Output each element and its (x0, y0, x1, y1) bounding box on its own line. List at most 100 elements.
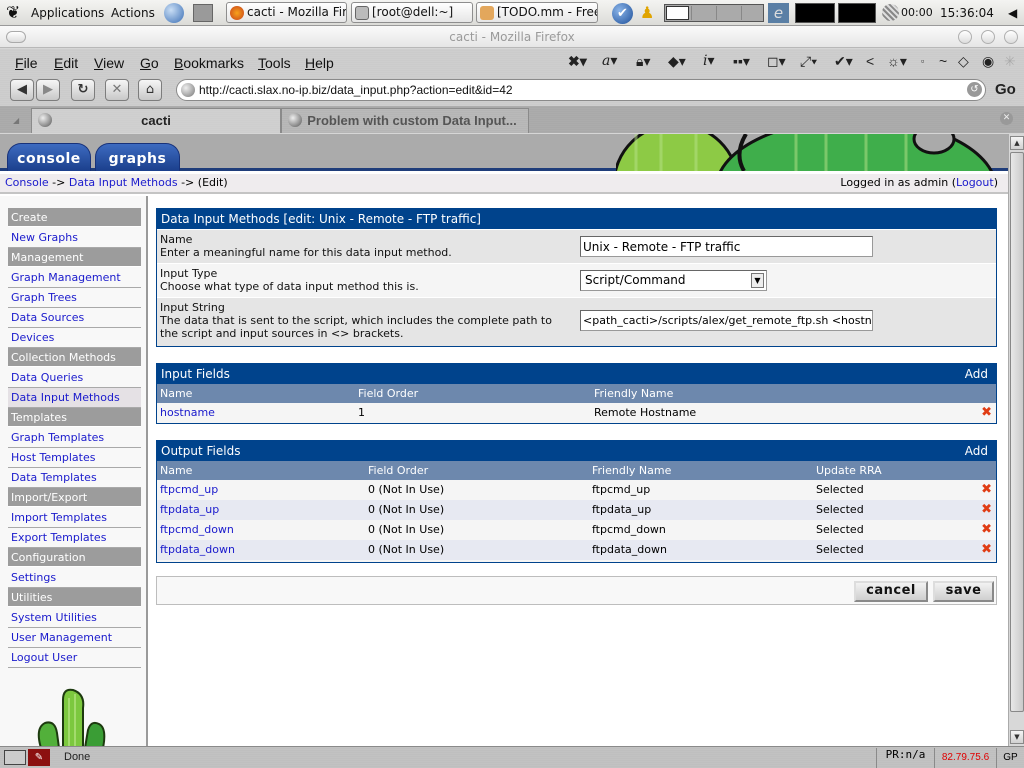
add-input-field-link[interactable]: Add (965, 364, 988, 384)
menu-view[interactable]: View (94, 55, 124, 71)
webdev-options-icon[interactable]: ☼▾ (887, 53, 907, 70)
column-header-field-order[interactable]: Field Order (368, 461, 428, 480)
sidebar-item-new-graphs[interactable]: New Graphs (8, 228, 141, 248)
sidebar-item-export-templates[interactable]: Export Templates (8, 528, 141, 548)
go-arrow-icon[interactable]: ↺ (967, 82, 982, 97)
delete-icon[interactable]: ✖ (981, 520, 992, 540)
scroll-up-button[interactable]: ▲ (1010, 136, 1024, 150)
browser-tab-cacti[interactable]: cacti (31, 108, 281, 133)
sidebar-item-host-templates[interactable]: Host Templates (8, 448, 141, 468)
close-window-button[interactable] (1004, 30, 1018, 44)
save-button[interactable]: save (933, 581, 994, 602)
output-field-name-link[interactable]: ftpdata_up (160, 500, 219, 520)
webdev-css-icon[interactable]: a▾ (602, 53, 617, 69)
webdev-resize-icon[interactable]: ⤢▾ (800, 53, 817, 70)
url-bar[interactable]: http://cacti.slax.no-ip.biz/data_input.p… (176, 79, 986, 101)
clock[interactable]: 15:36:04 (940, 0, 994, 26)
output-field-name-link[interactable]: ftpdata_down (160, 540, 235, 560)
taskbar-terminal[interactable]: [root@dell:~] (351, 2, 473, 23)
input-field-name-link[interactable]: hostname (160, 403, 215, 423)
cancel-button[interactable]: cancel (854, 581, 928, 602)
webdev-misc-icon[interactable]: ▪▪▾ (733, 53, 750, 70)
column-header-name[interactable]: Name (160, 384, 192, 403)
maximize-button[interactable] (981, 30, 995, 44)
workspace-1[interactable] (666, 6, 689, 20)
record-icon[interactable]: ◉ (982, 53, 994, 70)
gnome-foot-icon[interactable]: ❦ (6, 0, 20, 26)
sidebar-item-logout-user[interactable]: Logout User (8, 648, 141, 668)
e-app-icon[interactable]: e (768, 3, 789, 23)
webdev-validation-icon[interactable]: ✔▾ (834, 53, 853, 70)
chevron-down-icon[interactable]: ▼ (751, 273, 764, 288)
sidebar-item-graph-management[interactable]: Graph Management (8, 268, 141, 288)
update-checkmark-icon[interactable]: ✔ (612, 3, 633, 24)
stop-button[interactable]: ✕ (105, 79, 129, 101)
menu-edit[interactable]: Edit (54, 55, 78, 71)
webdev-small-icon[interactable]: ▫ (921, 56, 924, 66)
sidebar-item-graph-templates[interactable]: Graph Templates (8, 428, 141, 448)
delete-icon[interactable]: ✖ (981, 403, 992, 423)
dropper-icon[interactable]: ✎ (28, 749, 50, 766)
go-button[interactable]: Go (995, 81, 1016, 98)
webdev-tilde-icon[interactable]: ~ (939, 53, 947, 69)
sidebar-item-data-input-methods[interactable]: Data Input Methods (8, 388, 141, 408)
webdev-forms-icon[interactable]: 🔒︎▾ (636, 53, 650, 70)
scroll-down-button[interactable]: ▼ (1010, 730, 1024, 744)
breadcrumb-data-input-methods[interactable]: Data Input Methods (69, 176, 178, 189)
close-tab-icon[interactable]: ✕ (1000, 112, 1013, 125)
webdev-disable-icon[interactable]: ✖▾ (568, 53, 587, 70)
delete-icon[interactable]: ✖ (981, 480, 992, 500)
back-button[interactable]: ◀ (10, 79, 34, 101)
sidebar-item-user-management[interactable]: User Management (8, 628, 141, 648)
menu-help[interactable]: Help (305, 55, 334, 71)
webdev-info-icon[interactable]: i▾ (703, 53, 715, 69)
column-header-friendly-name[interactable]: Friendly Name (592, 461, 671, 480)
sidebar-item-graph-trees[interactable]: Graph Trees (8, 288, 141, 308)
sidebar-item-system-utilities[interactable]: System Utilities (8, 608, 141, 628)
webdev-source-icon[interactable]: < (866, 53, 874, 69)
sidebar-item-import-templates[interactable]: Import Templates (8, 508, 141, 528)
sidebar-item-settings[interactable]: Settings (8, 568, 141, 588)
scrollbar-thumb[interactable] (1010, 152, 1024, 712)
actions-menu[interactable]: Actions (111, 0, 155, 26)
delete-icon[interactable]: ✖ (981, 540, 992, 560)
tab-graphs[interactable]: graphs (95, 143, 180, 171)
applications-menu[interactable]: Applications (31, 0, 104, 26)
add-output-field-link[interactable]: Add (965, 441, 988, 461)
tag-icon[interactable]: ◇ (958, 53, 969, 70)
user-icon[interactable]: ♟ (640, 3, 654, 22)
screenshot-launcher-icon[interactable] (193, 4, 213, 22)
timer-icon[interactable] (882, 4, 899, 21)
reload-button[interactable]: ↻ (71, 79, 95, 101)
sidebar-item-devices[interactable]: Devices (8, 328, 141, 348)
window-menu-button[interactable] (6, 31, 26, 43)
webdev-outline-icon[interactable]: ◻▾ (767, 53, 786, 70)
ruler-icon[interactable] (4, 750, 26, 765)
menu-tools[interactable]: Tools (258, 55, 291, 71)
forward-button[interactable]: ▶ (36, 79, 60, 101)
menu-go[interactable]: Go (140, 55, 159, 71)
input-type-select[interactable]: Script/Command ▼ (580, 270, 767, 291)
home-button[interactable]: ⌂ (138, 79, 162, 101)
tab-list-icon[interactable]: ◢ (13, 116, 19, 125)
column-header-name[interactable]: Name (160, 461, 192, 480)
workspace-4[interactable] (741, 6, 764, 20)
vertical-scrollbar[interactable]: ▲ ▼ (1008, 134, 1024, 746)
sidebar-item-data-templates[interactable]: Data Templates (8, 468, 141, 488)
browser-tab-problem[interactable]: Problem with custom Data Input... (281, 108, 529, 133)
taskbar-freemind[interactable]: [TODO.mm - Free (476, 2, 598, 23)
web-browser-launcher-icon[interactable] (164, 3, 184, 23)
input-string-input[interactable] (580, 310, 873, 331)
workspace-2[interactable] (691, 6, 714, 20)
webdev-images-icon[interactable]: ◆▾ (668, 53, 686, 70)
network-monitor-graph[interactable] (838, 3, 876, 23)
system-monitor-graph[interactable] (795, 3, 835, 23)
menu-file[interactable]: File (15, 55, 38, 71)
sidebar-item-data-sources[interactable]: Data Sources (8, 308, 141, 328)
logout-link[interactable]: Logout (956, 176, 994, 189)
column-header-friendly-name[interactable]: Friendly Name (594, 384, 673, 403)
column-header-field-order[interactable]: Field Order (358, 384, 418, 403)
output-field-name-link[interactable]: ftpcmd_up (160, 480, 218, 500)
menu-bookmarks[interactable]: Bookmarks (174, 55, 244, 71)
output-field-name-link[interactable]: ftpcmd_down (160, 520, 234, 540)
